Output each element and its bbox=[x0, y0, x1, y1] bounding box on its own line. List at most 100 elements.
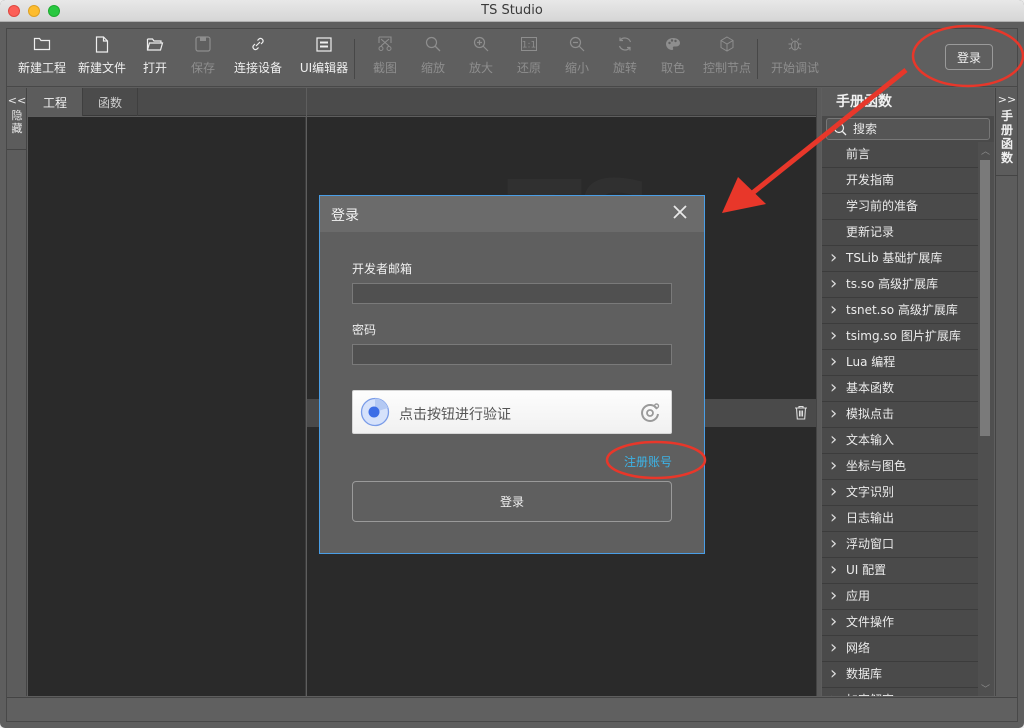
chevron-right-icon: › bbox=[830, 455, 838, 476]
save-button[interactable]: 保存 bbox=[183, 29, 223, 87]
manual-list-item[interactable]: 更新记录 bbox=[822, 220, 978, 246]
chevron-right-icon: › bbox=[830, 247, 838, 268]
manual-search-input[interactable]: 搜索 bbox=[826, 118, 990, 140]
manual-list-item[interactable]: › 数据库 bbox=[822, 662, 978, 688]
start-debug-button[interactable]: 开始调试 bbox=[767, 29, 823, 87]
manual-item-label: 数据库 bbox=[846, 667, 883, 681]
trash-icon[interactable] bbox=[794, 405, 808, 420]
login-dialog: 登录 开发者邮箱 密码 点击按钮进行验证 注册账号 登录 bbox=[319, 195, 705, 554]
manual-item-label: 更新记录 bbox=[846, 225, 895, 239]
manual-list-item[interactable]: › 日志输出 bbox=[822, 506, 978, 532]
zoom-out-label: 缩小 bbox=[564, 61, 589, 75]
actual-size-button[interactable]: 1:1 还原 bbox=[509, 29, 549, 87]
control-node-button[interactable]: 控制节点 bbox=[699, 29, 755, 87]
svg-text:1:1: 1:1 bbox=[522, 41, 536, 51]
manual-item-label: Lua 编程 bbox=[846, 355, 896, 369]
zoom-out-button[interactable]: 缩小 bbox=[557, 29, 597, 87]
close-icon[interactable] bbox=[672, 204, 688, 220]
link-icon bbox=[252, 37, 264, 51]
chevron-right-icon: › bbox=[830, 663, 838, 684]
collapse-right-icon: >> bbox=[997, 93, 1017, 106]
app-window: TS Studio 新建工程 新建文件 打开 保存 连接设备 UI编辑器 截图 … bbox=[0, 0, 1024, 728]
rotate-button[interactable]: 旋转 bbox=[605, 29, 645, 87]
manual-item-label: 网络 bbox=[846, 641, 871, 655]
manual-list-item[interactable]: › 坐标与图色 bbox=[822, 454, 978, 480]
manual-list-item[interactable]: › 文本输入 bbox=[822, 428, 978, 454]
tab-functions[interactable]: 函数 bbox=[83, 88, 138, 116]
captcha-text: 点击按钮进行验证 bbox=[399, 407, 511, 423]
manual-list-item[interactable]: › 浮动窗口 bbox=[822, 532, 978, 558]
manual-list-item[interactable]: › 模拟点击 bbox=[822, 402, 978, 428]
color-picker-button[interactable]: 取色 bbox=[653, 29, 693, 87]
manual-item-label: 应用 bbox=[846, 589, 871, 603]
manual-item-label: 文字识别 bbox=[846, 485, 895, 499]
ui-editor-icon bbox=[316, 36, 332, 52]
email-field[interactable] bbox=[352, 283, 672, 304]
manual-list-item[interactable]: 学习前的准备 bbox=[822, 194, 978, 220]
manual-list-item[interactable]: › 网络 bbox=[822, 636, 978, 662]
open-button[interactable]: 打开 bbox=[135, 29, 175, 87]
scroll-up-icon[interactable]: ︿ bbox=[981, 144, 990, 157]
captcha-verify-button[interactable]: 点击按钮进行验证 bbox=[352, 390, 672, 434]
manual-list-item[interactable]: › 应用 bbox=[822, 584, 978, 610]
chevron-right-icon: › bbox=[830, 351, 838, 372]
manual-item-label: TSLib 基础扩展库 bbox=[846, 251, 943, 265]
chevron-right-icon: › bbox=[830, 429, 838, 450]
chevron-right-icon: › bbox=[830, 533, 838, 554]
toolbar-separator bbox=[757, 39, 758, 79]
scrollbar-thumb[interactable] bbox=[980, 160, 990, 436]
hide-panel-toggle[interactable]: << 隐藏 bbox=[7, 88, 27, 150]
save-label: 保存 bbox=[190, 61, 215, 75]
manual-list-item[interactable]: › ts.so 高级扩展库 bbox=[822, 272, 978, 298]
login-button[interactable]: 登录 bbox=[945, 44, 993, 70]
zoom-in-button[interactable]: 放大 bbox=[461, 29, 501, 87]
manual-list-item[interactable]: › 文字识别 bbox=[822, 480, 978, 506]
ui-editor-button[interactable]: UI编辑器 bbox=[295, 29, 353, 87]
manual-list-item[interactable]: › 基本函数 bbox=[822, 376, 978, 402]
chevron-right-icon: › bbox=[830, 299, 838, 320]
screenshot-button[interactable]: 截图 bbox=[365, 29, 405, 87]
rotate-label: 旋转 bbox=[612, 61, 637, 75]
manual-list-item[interactable]: 前言 bbox=[822, 142, 978, 168]
email-label: 开发者邮箱 bbox=[352, 262, 413, 276]
scroll-down-icon[interactable]: ﹀ bbox=[981, 682, 990, 695]
new-file-label: 新建文件 bbox=[77, 61, 126, 75]
manual-list-item[interactable]: › UI 配置 bbox=[822, 558, 978, 584]
project-tabs: 工程 函数 bbox=[28, 88, 306, 116]
chevron-right-icon: › bbox=[830, 585, 838, 606]
connect-device-button[interactable]: 连接设备 bbox=[229, 29, 287, 87]
password-field[interactable] bbox=[352, 344, 672, 365]
search-icon bbox=[833, 122, 847, 136]
manual-panel-toggle[interactable]: >> 手册函数 bbox=[996, 88, 1018, 176]
manual-item-label: 基本函数 bbox=[846, 381, 895, 395]
manual-list-item[interactable]: › 文件操作 bbox=[822, 610, 978, 636]
manual-title: 手册函数 bbox=[822, 88, 994, 116]
tab-project[interactable]: 工程 bbox=[28, 88, 83, 116]
manual-list-item[interactable]: › TSLib 基础扩展库 bbox=[822, 246, 978, 272]
new-project-label: 新建工程 bbox=[17, 61, 66, 75]
start-debug-label: 开始调试 bbox=[770, 61, 819, 75]
chevron-right-icon: › bbox=[830, 637, 838, 658]
manual-list-item[interactable]: › Lua 编程 bbox=[822, 350, 978, 376]
dialog-login-button[interactable]: 登录 bbox=[352, 481, 672, 522]
title-bar: TS Studio bbox=[0, 0, 1024, 22]
bug-icon bbox=[788, 38, 802, 51]
new-file-button[interactable]: 新建文件 bbox=[73, 29, 131, 87]
zoom-button[interactable]: 缩放 bbox=[413, 29, 453, 87]
chevron-right-icon: › bbox=[830, 377, 838, 398]
manual-list-item[interactable]: › tsimg.so 图片扩展库 bbox=[822, 324, 978, 350]
manual-scrollbar[interactable]: ︿ ﹀ bbox=[978, 142, 994, 696]
register-link[interactable]: 注册账号 bbox=[624, 453, 672, 470]
chevron-right-icon: › bbox=[830, 688, 837, 696]
cube-icon bbox=[720, 36, 734, 52]
new-project-button[interactable]: 新建工程 bbox=[11, 29, 73, 87]
manual-list-item[interactable]: 开发指南 bbox=[822, 168, 978, 194]
panel-splitter[interactable] bbox=[816, 88, 821, 696]
chevron-right-icon: › bbox=[830, 559, 838, 580]
manual-list-item[interactable]: › tsnet.so 高级扩展库 bbox=[822, 298, 978, 324]
toolbar-separator bbox=[354, 39, 355, 79]
search-placeholder: 搜索 bbox=[853, 122, 878, 136]
manual-list-item[interactable]: › 加密解密 bbox=[822, 688, 978, 696]
manual-item-label: 坐标与图色 bbox=[846, 459, 907, 473]
save-icon bbox=[195, 36, 211, 52]
